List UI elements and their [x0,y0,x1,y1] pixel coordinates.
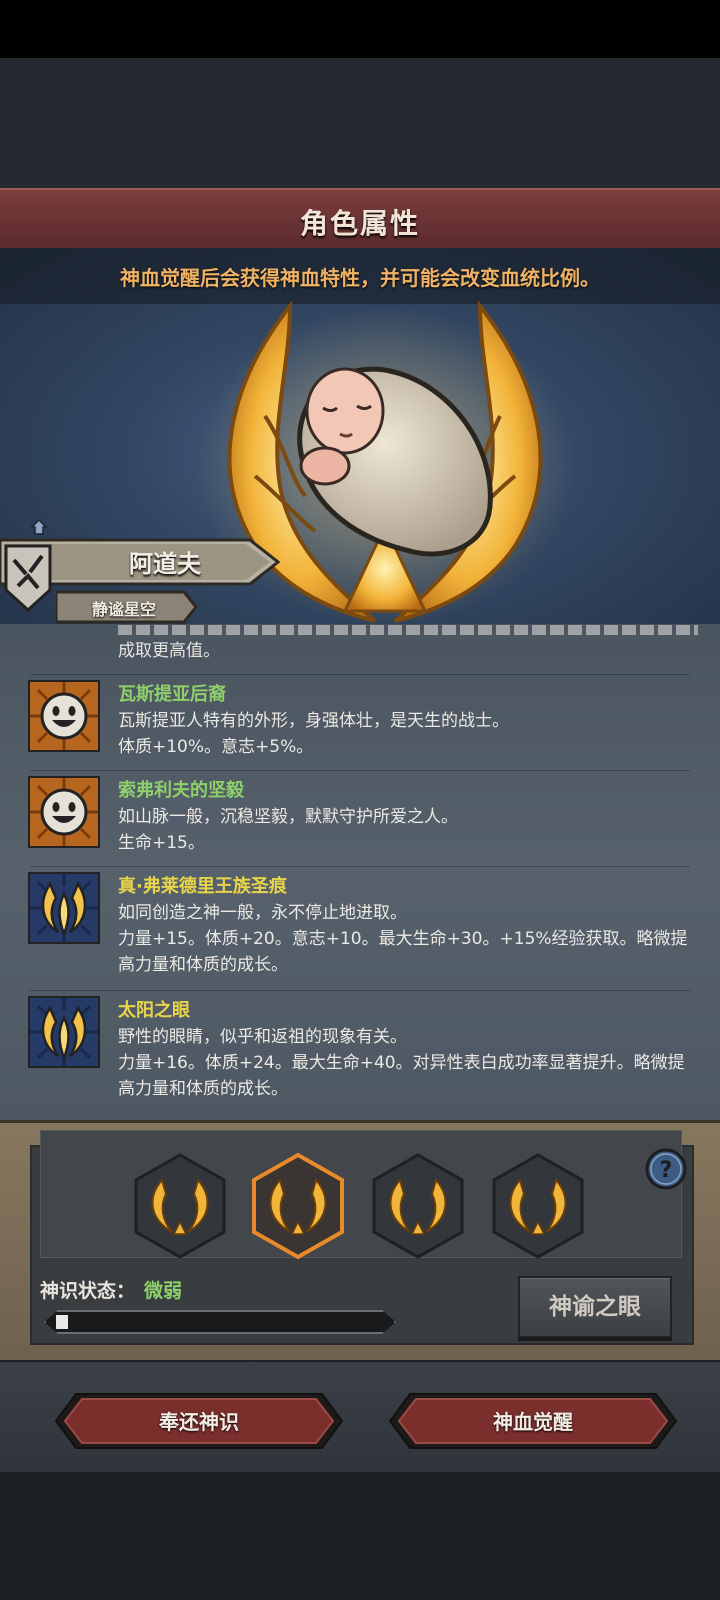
trait-partial-tail: 成取更高值。 [118,624,698,664]
trait-name: 瓦斯提亚后裔 [118,684,226,705]
trait-name: 太阳之眼 [118,1000,190,1021]
navigation-bar [0,1470,720,1600]
blood-awakening-button[interactable]: 神血觉醒 [388,1392,678,1450]
smiley-face-icon [28,776,100,848]
help-icon[interactable]: ? [645,1148,687,1190]
smiley-face-icon [28,680,100,752]
trait-list[interactable]: 成取更高值。 瓦斯提亚后裔 瓦斯提亚人特有的外形，身强体壮，是天生的战士。 体质… [0,624,720,1120]
trait-partial-text: 成取更高值。 [118,641,220,661]
character-name: 阿道夫 [129,550,201,578]
divine-slot-2-selected[interactable] [250,1152,346,1260]
divine-progress-bar [44,1310,396,1334]
trait-name: 索弗利夫的坚毅 [118,780,244,801]
trait-name: 真·弗莱德里王族圣痕 [118,876,287,897]
notice-text: 神血觉醒后会获得神血特性，并可能会改变血统比例。 [120,266,600,290]
trait-description: 如同创造之神一般，永不停止地进取。 力量+15。体质+20。意志+10。最大生命… [118,903,688,975]
status-bar [0,0,720,58]
home-icon[interactable] [30,518,48,536]
oracle-eye-button[interactable]: 神谕之眼 [518,1276,672,1338]
return-divine-sense-button[interactable]: 奉还神识 [54,1392,344,1450]
trait-description: 瓦斯提亚人特有的外形，身强体壮，是天生的战士。 体质+10%。意志+5%。 [118,711,509,757]
divine-slot-3[interactable] [370,1152,466,1260]
title-bar: 角色属性 [0,188,720,253]
trait-description: 如山脉一般，沉稳坚毅，默默守护所爱之人。 生命+15。 [118,807,458,853]
blood-awakening-label: 神血觉醒 [493,1410,573,1434]
divine-slot-4[interactable] [490,1152,586,1260]
divine-status-value: 微弱 [144,1280,183,1302]
divine-slot-1[interactable] [132,1152,228,1260]
page-title: 角色属性 [299,207,420,240]
clan-shield-icon[interactable] [4,540,52,612]
divine-progress-fill [56,1315,68,1329]
character-subtitle: 静谧星空 [91,600,156,619]
golden-flame-icon [28,872,100,944]
cut-off-line [118,624,698,636]
return-divine-sense-label: 奉还神识 [159,1410,239,1434]
svg-text:?: ? [660,1158,673,1183]
golden-flame-icon [28,996,100,1068]
trait-description: 野性的眼睛，似乎和返祖的现象有关。 力量+16。体质+24。最大生命+40。对异… [118,1027,685,1099]
divine-status-label: 神识状态： [40,1280,136,1302]
